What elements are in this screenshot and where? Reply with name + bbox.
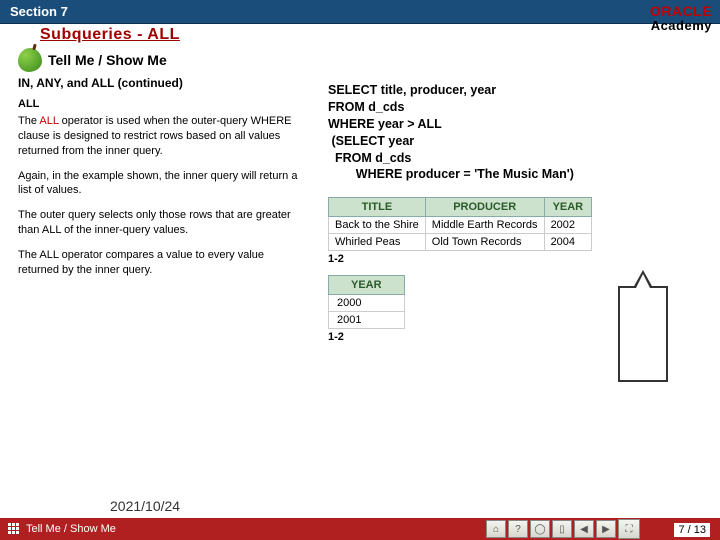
result-table-year: YEAR 2000 2001 [328,275,405,329]
grid-icon[interactable] [8,523,20,535]
cell: Back to the Shire [329,217,426,234]
nav-home-button[interactable]: ⌂ [486,520,506,538]
cell: 2000 [329,295,405,312]
paragraph: Again, in the example shown, the inner q… [18,169,304,199]
table-row: 2001 [329,312,405,329]
cell: 2002 [544,217,592,234]
nav-bookmark-button[interactable]: ▯ [552,520,572,538]
cell: Middle Earth Records [425,217,544,234]
footer-title: Tell Me / Show Me [26,523,116,535]
row-count: 1-2 [328,253,710,265]
date-label: 2021/10/24 [110,498,180,514]
section-bar: Section 7 [0,0,720,24]
slide-title: Subqueries - ALL [40,26,180,44]
nav-stop-button[interactable]: ◯ [530,520,550,538]
col-header: TITLE [329,198,426,217]
text: operator is used when the outer-query WH… [18,115,292,157]
nav-next-button[interactable]: ▶ [596,520,616,538]
col-header: PRODUCER [425,198,544,217]
table-row: 2000 [329,295,405,312]
arrow-up-icon [618,286,668,382]
cell: Whirled Peas [329,234,426,251]
col-header: YEAR [544,198,592,217]
logo-oracle: ORACLE [650,4,712,19]
paragraph: The outer query selects only those rows … [18,208,304,238]
nav-fullscreen-button[interactable]: ⛶ [618,519,640,539]
keyword-all: ALL [39,115,58,127]
paragraph: The ALL operator compares a value to eve… [18,248,304,278]
subheading-all: ALL [18,98,304,110]
tellme-heading: Tell Me / Show Me [48,52,167,68]
text: The [18,115,39,127]
result-table-main: TITLE PRODUCER YEAR Back to the Shire Mi… [328,197,592,251]
cell: Old Town Records [425,234,544,251]
nav-prev-button[interactable]: ◀ [574,520,594,538]
apple-icon [18,48,42,72]
text-column: IN, ANY, and ALL (continued) ALL The ALL… [18,76,318,343]
cell: 2001 [329,312,405,329]
table-row: Back to the Shire Middle Earth Records 2… [329,217,592,234]
nav-controls: ⌂ ? ◯ ▯ ◀ ▶ ⛶ [486,519,640,539]
page-indicator: 7 / 13 [674,523,710,537]
paragraph: The ALL operator is used when the outer-… [18,114,304,159]
subheading-continued: IN, ANY, and ALL (continued) [18,76,304,90]
cell: 2004 [544,234,592,251]
nav-help-button[interactable]: ? [508,520,528,538]
table-row: Whirled Peas Old Town Records 2004 [329,234,592,251]
sql-code: SELECT title, producer, year FROM d_cds … [328,82,710,183]
col-header: YEAR [329,276,405,295]
